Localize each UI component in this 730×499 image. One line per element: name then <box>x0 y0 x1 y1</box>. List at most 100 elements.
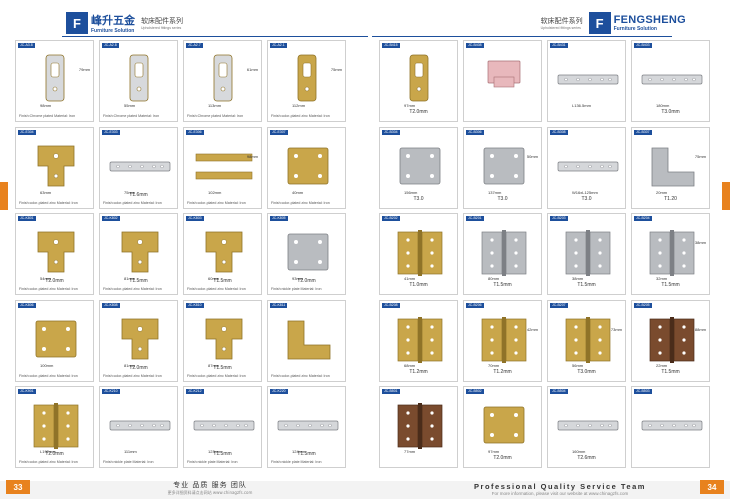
finish-caption: Finish:color-plated zinc Material: Iron <box>103 200 162 205</box>
product-card: JC-K901 L192mm T2.0mm Finish:color-plated z… <box>15 386 94 468</box>
finish-caption: Finish:nickle plate Material: Iron <box>187 460 238 464</box>
product-image <box>195 153 253 179</box>
product-image <box>287 147 329 184</box>
product-code: JC-K220 <box>270 389 288 394</box>
product-code: JC-B307 <box>634 129 652 135</box>
thickness-label: T2.0mm <box>297 278 316 284</box>
dimension-label: 73mm <box>610 326 622 332</box>
thickness-label: T1.2mm <box>409 368 428 375</box>
product-code: JC-K901 <box>18 389 36 394</box>
product-card: JC-A2.1 112mm 75mm Finish:color-plated zinc… <box>267 40 346 122</box>
product-card: JC-A3.8 98mm 79mm Finish:Chrome plated Mate… <box>15 40 94 122</box>
product-card: JC-E306 102mm 98mm Finish:color-plated zinc… <box>183 126 262 209</box>
product-card: JC-K220 124mm T1.5mm Finish:nickle plate Ma… <box>267 386 346 468</box>
dimension-label: 56mm <box>572 362 584 368</box>
product-card: JC-K801 54mm T2.0mm Finish:color-plated zin… <box>15 213 94 295</box>
thickness-label: T2.0mm <box>409 109 428 115</box>
thickness-label: T1.5mm <box>129 278 148 284</box>
product-code: JC-B403 <box>634 43 652 48</box>
product-card: JC-B202 41mm T1.0mm <box>379 213 458 295</box>
product-code: JC-B206 <box>466 302 484 308</box>
product-card: JC-B205 22mm 88mm T1.5mm <box>631 299 710 382</box>
product-card: JC-B304 156mm T3.0 <box>379 126 458 209</box>
product-card: JC-B502 97mm T2.0mm <box>463 386 542 468</box>
product-card: JC-B501 77mm <box>379 386 458 468</box>
dimension-label: 75mm <box>330 67 342 72</box>
page-number-right: 34 <box>700 480 724 494</box>
product-card: JC-K808 81mm T2.0mm Finish:color-plated zin… <box>99 299 178 382</box>
dimension-label: 61mm <box>246 67 258 72</box>
product-code: JC-K806 <box>18 302 36 308</box>
product-card: JC-B306 137mm 50mm T3.0 <box>463 126 542 209</box>
finish-caption: Finish:nickle plate Material: Iron <box>271 287 322 291</box>
product-card: JC-B204 32mm 38mm T1.5mm <box>631 213 710 295</box>
product-card: JC-B403 180mm T3.0mm <box>631 40 710 122</box>
finish-caption: Finish:color-plated zinc Material: Iron <box>187 287 246 291</box>
product-code: JC-B203 <box>550 216 568 221</box>
product-code: JC-B308 <box>550 129 568 135</box>
product-card: JC-K810 87mm T1.5mm Finish:color-plated zin… <box>183 299 262 382</box>
product-card: JC-B408 <box>463 40 542 122</box>
thickness-label: T1.5mm <box>493 282 512 288</box>
finish-caption: Finish:color-plated zinc Material: Iron <box>271 200 330 205</box>
finish-caption: Finish:color-plated zinc Material: Iron <box>271 114 330 118</box>
product-card: JC-B415 97mm T2.0mm <box>379 40 458 122</box>
finish-caption: Finish:color-plated zinc Material: Iron <box>187 200 246 205</box>
dimension-label: 38mm <box>572 276 584 281</box>
product-code: JC-B306 <box>466 129 484 135</box>
dimension-label: 97mm <box>404 103 416 108</box>
finish-caption: Finish:Chrome plated Material: Iron <box>19 114 76 118</box>
product-card: JC-B203 38mm T1.5mm <box>547 213 626 295</box>
product-card: JC-K811 Finish:color-plated zinc Material… <box>267 299 346 382</box>
product-code: JC-A3.8 <box>18 43 35 48</box>
product-card: JC-B307 20mm 75mm T1.20 <box>631 126 710 209</box>
thickness-label: T3.0 <box>581 195 592 202</box>
product-card: JC-B208 68mm T1.2mm <box>379 299 458 382</box>
finish-caption: Finish:Chrome plated Material: Iron <box>187 114 244 118</box>
product-code: JC-E303 <box>102 129 120 135</box>
product-card: JC-K212 123mm T1.5mm Finish:nickle plate Ma… <box>183 386 262 468</box>
dimension-label: 98mm <box>40 103 52 108</box>
finish-caption: Finish:color-plated zinc Material: Iron <box>19 200 78 205</box>
side-tab-left <box>0 182 8 210</box>
finish-caption: Finish:color-plated zinc Material: Iron <box>19 460 78 464</box>
product-code: JC-B304 <box>382 129 400 135</box>
left-header: F 峰升五金 Furniture Solution 软床配件系列 Upholst… <box>66 10 189 36</box>
dimension-label: 20mm <box>656 189 668 195</box>
product-image <box>487 60 521 88</box>
product-code: JC-A2.8 <box>102 43 119 48</box>
product-code: JC-E306 <box>186 129 204 135</box>
finish-caption: Finish:color-plated zinc Material: Iron <box>103 287 162 291</box>
product-code: JC-A2.1 <box>270 43 287 48</box>
thickness-label: T1.0mm <box>409 282 428 288</box>
dimension-label: 156mm <box>404 189 418 195</box>
product-code: JC-K212 <box>186 389 204 394</box>
thickness-label: T2.0mm <box>45 451 64 457</box>
header-rule-right <box>372 36 672 37</box>
product-code: JC-K802 <box>102 216 120 221</box>
product-card: JC-E303 75mm T1.6mm Finish:color-plated zin… <box>99 126 178 209</box>
product-code: JC-B503 <box>634 389 652 394</box>
product-code: JC-K801 <box>18 216 36 221</box>
dimension-label: 77mm <box>404 449 416 454</box>
product-code: JC-K808 <box>102 302 120 308</box>
brand-name: FENGSHENG Furniture Solution <box>613 14 686 32</box>
product-image <box>109 420 171 431</box>
product-card: JC-K803 60mm T1.5mm Finish:color-plated zin… <box>183 213 262 295</box>
thickness-label: T3.0mm <box>661 109 680 115</box>
product-card: JC-B431 L136.5mm <box>547 40 626 122</box>
thickness-label: T3.0 <box>413 195 424 202</box>
dimension-label: 79mm <box>78 67 90 72</box>
product-image <box>37 145 75 186</box>
dimension-label: 180mm <box>656 103 670 108</box>
product-code: JC-B408 <box>466 43 484 48</box>
thickness-label: T2.0mm <box>129 364 148 371</box>
product-image <box>129 54 149 102</box>
product-code: JC-A2.7 <box>186 43 203 48</box>
dimension-label: 100mm <box>40 362 54 368</box>
product-image <box>641 420 703 431</box>
dimension-label: 32mm <box>656 276 668 281</box>
product-card: JC-B206 70mm 42mm T1.2mm <box>463 299 542 382</box>
dimension-label: 22mm <box>656 362 668 368</box>
finish-caption: Finish:color-plated zinc Material: Iron <box>19 373 78 378</box>
